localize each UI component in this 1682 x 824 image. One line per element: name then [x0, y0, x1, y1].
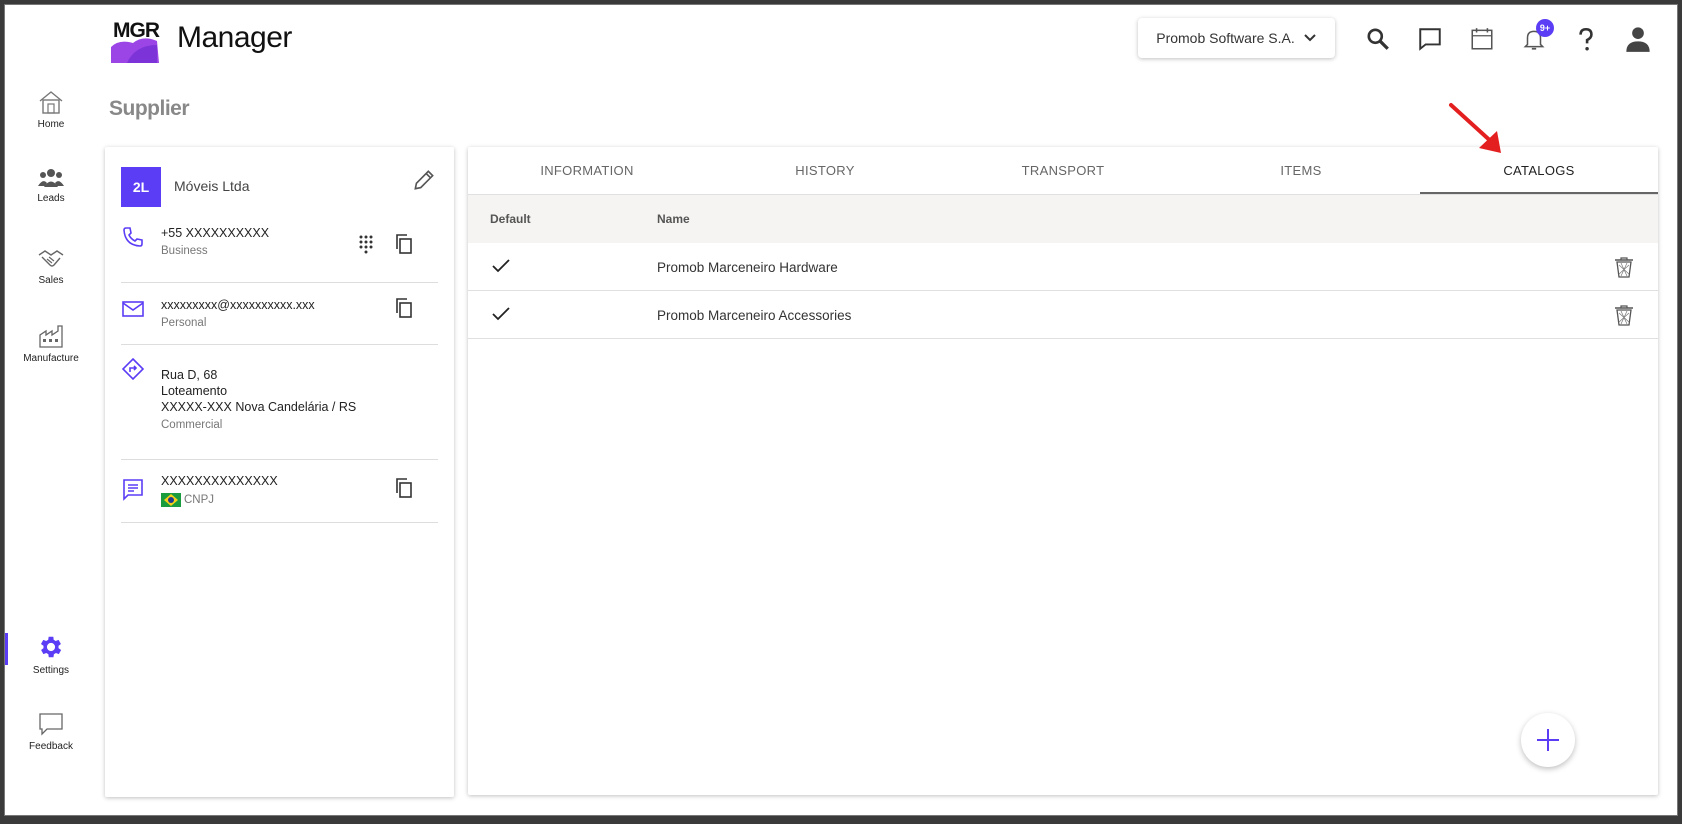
supplier-name: Móveis Ltda [174, 178, 250, 194]
sidebar-item-home[interactable]: Home [5, 89, 97, 130]
calendar-icon [1471, 28, 1493, 50]
feedback-icon [39, 713, 63, 736]
page-title: Supplier [109, 97, 190, 120]
document-number: XXXXXXXXXXXXXX [161, 474, 278, 488]
delete-button[interactable] [1612, 255, 1636, 279]
chat-button[interactable] [1416, 25, 1444, 53]
catalogs-panel: INFORMATION HISTORY TRANSPORT ITEMS CATA… [468, 147, 1658, 795]
sidebar-item-label: Manufacture [23, 353, 79, 364]
avatar: 2L [121, 167, 161, 207]
phone-number: +55 XXXXXXXXXX [161, 226, 270, 240]
factory-icon [39, 325, 63, 348]
address-line-1: Rua D, 68 [161, 368, 218, 382]
document-type: CNPJ [184, 494, 215, 507]
sidebar-item-label: Feedback [29, 741, 73, 752]
tab-history[interactable]: HISTORY [706, 147, 944, 194]
brazil-flag-icon [161, 493, 181, 507]
help-button[interactable] [1572, 25, 1600, 53]
email-address: xxxxxxxxx@xxxxxxxxxx.xxx [161, 298, 315, 312]
table-header: Default Name [468, 195, 1658, 243]
notifications-button[interactable]: 9+ [1520, 19, 1554, 53]
document-type-row: CNPJ [161, 493, 214, 507]
pencil-icon [414, 170, 434, 190]
catalog-name: Promob Marceneiro Accessories [657, 308, 852, 323]
mail-icon [122, 301, 144, 317]
copy-icon [396, 478, 412, 498]
tab-items[interactable]: ITEMS [1182, 147, 1420, 194]
logo-text: MGR [113, 19, 160, 42]
contact-address: Rua D, 68 Loteamento XXXXX-XXX Nova Cand… [121, 357, 438, 460]
supplier-card: 2L Móveis Ltda +55 XXXXXXXXXX Business x… [105, 147, 454, 797]
copy-email-button[interactable] [393, 297, 415, 319]
email-type: Personal [161, 317, 207, 329]
column-name: Name [657, 212, 690, 226]
account-icon [1626, 27, 1650, 52]
address-type: Commercial [161, 419, 223, 431]
chevron-down-icon [1304, 34, 1316, 42]
table-row[interactable]: Promob Marceneiro Accessories [468, 291, 1658, 339]
sidebar-item-label: Settings [32, 665, 70, 676]
delete-button[interactable] [1612, 303, 1636, 327]
sidebar-item-label: Leads [37, 193, 65, 204]
address-line-3: XXXXX-XXX Nova Candelária / RS [161, 400, 357, 414]
checkmark-icon [492, 307, 510, 321]
contact-phone: +55 XXXXXXXXXX Business [121, 225, 438, 283]
sidebar-item-manufacture[interactable]: Manufacture [5, 323, 97, 364]
edit-button[interactable] [411, 167, 437, 193]
dialpad-button[interactable] [355, 233, 377, 255]
directions-icon [121, 357, 145, 381]
tab-transport[interactable]: TRANSPORT [944, 147, 1182, 194]
notifications-badge: 9+ [1536, 19, 1554, 37]
calendar-button[interactable] [1468, 25, 1496, 53]
sidebar-item-leads[interactable]: Leads [5, 167, 97, 204]
sidebar: Home Leads Sales Manufacture Settings Fe… [5, 5, 97, 815]
add-catalog-button[interactable] [1521, 713, 1575, 767]
app-title: Manager [177, 21, 292, 54]
sidebar-item-sales[interactable]: Sales [5, 247, 97, 286]
copy-phone-button[interactable] [393, 233, 415, 255]
search-icon [1367, 28, 1389, 50]
copy-document-button[interactable] [393, 477, 415, 499]
checkmark-icon [492, 259, 510, 273]
address-line-2: Loteamento [161, 384, 228, 398]
annotation-arrow-icon [1449, 103, 1501, 153]
table-row[interactable]: Promob Marceneiro Hardware [468, 243, 1658, 291]
contact-document: XXXXXXXXXXXXXX CNPJ [121, 473, 438, 523]
sidebar-item-settings[interactable]: Settings [5, 633, 97, 676]
handshake-icon [38, 250, 64, 267]
app-window: Home Leads Sales Manufacture Settings Fe… [4, 4, 1678, 816]
account-button[interactable] [1624, 25, 1652, 53]
document-list-icon [123, 479, 143, 501]
trash-icon [1615, 305, 1633, 326]
dialpad-icon [359, 235, 373, 254]
catalog-name: Promob Marceneiro Hardware [657, 260, 838, 275]
sidebar-item-feedback[interactable]: Feedback [5, 711, 97, 752]
help-icon [1579, 27, 1593, 51]
contact-email: xxxxxxxxx@xxxxxxxxxx.xxx Personal [121, 297, 438, 345]
copy-icon [396, 234, 412, 254]
plus-icon [1537, 729, 1559, 751]
sidebar-item-label: Home [37, 119, 65, 130]
gear-icon [40, 636, 62, 658]
home-icon [39, 91, 63, 114]
phone-type: Business [161, 245, 208, 257]
copy-icon [396, 298, 412, 318]
app-logo: MGR [109, 13, 163, 63]
trash-icon [1615, 257, 1633, 278]
search-button[interactable] [1364, 25, 1392, 53]
tab-information[interactable]: INFORMATION [468, 147, 706, 194]
chat-icon [1419, 28, 1441, 51]
phone-icon [123, 227, 143, 247]
company-select[interactable]: Promob Software S.A. [1138, 18, 1335, 58]
column-default: Default [490, 212, 531, 226]
sidebar-item-label: Sales [38, 275, 64, 286]
company-select-value: Promob Software S.A. [1156, 30, 1295, 46]
people-icon [38, 169, 64, 187]
